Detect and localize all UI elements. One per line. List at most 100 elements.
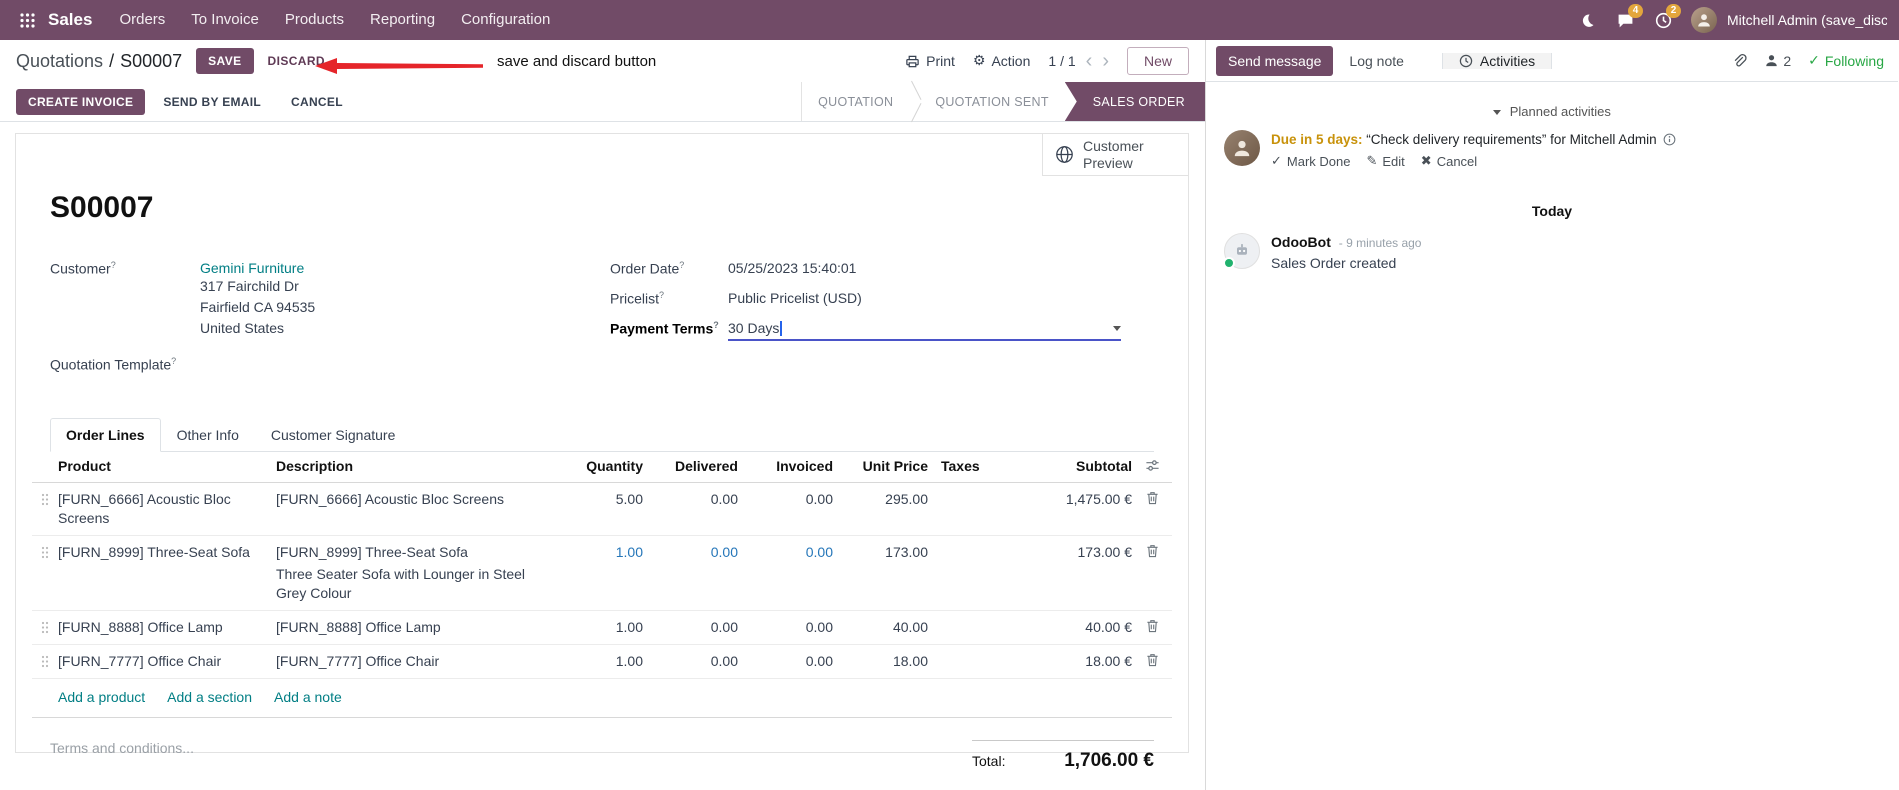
cell-description[interactable]: [FURN_8888] Office Lamp xyxy=(276,618,548,637)
optional-columns-icon[interactable] xyxy=(1132,457,1172,473)
col-taxes[interactable]: Taxes xyxy=(928,457,1014,476)
messages-icon[interactable]: 4 xyxy=(1615,4,1643,30)
chevron-right-icon[interactable]: › xyxy=(1102,51,1109,71)
send-by-email-button[interactable]: SEND BY EMAIL xyxy=(151,89,273,115)
send-message-button[interactable]: Send message xyxy=(1216,45,1334,76)
cell-description[interactable]: [FURN_6666] Acoustic Bloc Screens xyxy=(276,490,548,509)
delete-row-icon[interactable] xyxy=(1132,652,1172,667)
add-note-link[interactable]: Add a note xyxy=(274,689,342,705)
chevron-left-icon[interactable]: ‹ xyxy=(1086,51,1093,71)
cell-quantity[interactable]: 5.00 xyxy=(548,490,643,509)
cell-product[interactable]: [FURN_8888] Office Lamp xyxy=(58,618,276,637)
col-invoiced[interactable]: Invoiced xyxy=(738,457,833,476)
user-menu[interactable]: Mitchell Admin (save_discar xyxy=(1727,12,1887,28)
drag-handle-icon[interactable] xyxy=(32,618,58,634)
clock-icon xyxy=(1459,54,1473,68)
cell-product[interactable]: [FURN_8999] Three-Seat Sofa xyxy=(58,543,276,562)
cell-delivered[interactable]: 0.00 xyxy=(643,543,738,562)
cell-unit-price[interactable]: 18.00 xyxy=(833,652,928,671)
dropdown-caret-icon[interactable] xyxy=(1113,325,1121,331)
drag-handle-icon[interactable] xyxy=(32,652,58,668)
payment-terms-field[interactable]: 30 Days xyxy=(728,320,1121,341)
cell-unit-price[interactable]: 295.00 xyxy=(833,490,928,509)
add-product-link[interactable]: Add a product xyxy=(58,689,145,705)
cell-description[interactable]: [FURN_8999] Three-Seat Sofa Three Seater… xyxy=(276,543,548,603)
cell-quantity[interactable]: 1.00 xyxy=(548,652,643,671)
nav-item-products[interactable]: Products xyxy=(272,0,357,40)
attachment-paperclip-icon[interactable] xyxy=(1731,53,1747,69)
create-invoice-button[interactable]: CREATE INVOICE xyxy=(16,88,146,115)
cell-invoiced[interactable]: 0.00 xyxy=(738,490,833,509)
drag-handle-icon[interactable] xyxy=(32,490,58,506)
customer-link[interactable]: Gemini Furniture xyxy=(200,260,315,276)
delete-row-icon[interactable] xyxy=(1132,490,1172,505)
cell-delivered[interactable]: 0.00 xyxy=(643,652,738,671)
cancel-activity-button[interactable]: ✖ Cancel xyxy=(1421,154,1477,169)
followers-button[interactable]: 2 xyxy=(1764,53,1791,69)
activity-clock-icon[interactable]: 2 xyxy=(1653,4,1681,30)
nav-item-configuration[interactable]: Configuration xyxy=(448,0,563,40)
save-button[interactable]: SAVE xyxy=(196,48,254,74)
print-button[interactable]: Print xyxy=(905,53,955,69)
discard-button[interactable]: DISCARD xyxy=(258,48,335,74)
drag-handle-icon[interactable] xyxy=(32,543,58,559)
delete-row-icon[interactable] xyxy=(1132,543,1172,558)
activities-tab[interactable]: Activities xyxy=(1441,52,1553,69)
user-avatar[interactable] xyxy=(1691,7,1717,33)
moon-icon[interactable] xyxy=(1577,10,1597,30)
col-delivered[interactable]: Delivered xyxy=(643,457,738,476)
col-subtotal[interactable]: Subtotal xyxy=(1014,457,1132,476)
delete-row-icon[interactable] xyxy=(1132,618,1172,633)
col-quantity[interactable]: Quantity xyxy=(548,457,643,476)
cell-product[interactable]: [FURN_7777] Office Chair xyxy=(58,652,276,671)
nav-item-to-invoice[interactable]: To Invoice xyxy=(178,0,272,40)
cell-invoiced[interactable]: 0.00 xyxy=(738,543,833,562)
odoobot-avatar[interactable] xyxy=(1223,233,1260,269)
table-row[interactable]: [FURN_8888] Office Lamp [FURN_8888] Offi… xyxy=(32,611,1172,645)
breadcrumb-quotations-link[interactable]: Quotations xyxy=(16,51,103,72)
status-quotation[interactable]: QUOTATION xyxy=(802,82,909,121)
col-product[interactable]: Product xyxy=(58,457,276,476)
x-icon: ✖ xyxy=(1420,154,1432,169)
status-sales-order[interactable]: SALES ORDER xyxy=(1064,82,1205,121)
apps-grid-icon[interactable] xyxy=(12,0,42,40)
new-button[interactable]: New xyxy=(1126,47,1189,75)
cell-description[interactable]: [FURN_7777] Office Chair xyxy=(276,652,548,671)
cell-quantity[interactable]: 1.00 xyxy=(548,543,643,562)
edit-activity-button[interactable]: ✎ Edit xyxy=(1366,154,1404,169)
cancel-button[interactable]: CANCEL xyxy=(279,89,355,115)
cell-product[interactable]: [FURN_6666] Acoustic Bloc Screens xyxy=(58,490,276,528)
mark-done-button[interactable]: ✓ Mark Done xyxy=(1271,154,1350,169)
col-unit-price[interactable]: Unit Price xyxy=(833,457,928,476)
tab-customer-signature[interactable]: Customer Signature xyxy=(255,418,412,452)
cell-delivered[interactable]: 0.00 xyxy=(643,618,738,637)
info-icon[interactable] xyxy=(1663,133,1676,146)
cell-invoiced[interactable]: 0.00 xyxy=(738,652,833,671)
col-description[interactable]: Description xyxy=(276,457,548,476)
cell-unit-price[interactable]: 173.00 xyxy=(833,543,928,562)
cell-invoiced[interactable]: 0.00 xyxy=(738,618,833,637)
nav-item-reporting[interactable]: Reporting xyxy=(357,0,448,40)
pricelist-field[interactable]: Public Pricelist (USD) xyxy=(728,290,862,306)
planned-activities-header[interactable]: Planned activities xyxy=(1206,104,1898,119)
customer-preview-button[interactable]: Customer Preview xyxy=(1042,134,1188,176)
add-section-link[interactable]: Add a section xyxy=(167,689,252,705)
table-row[interactable]: [FURN_8999] Three-Seat Sofa [FURN_8999] … xyxy=(32,536,1172,611)
tab-order-lines[interactable]: Order Lines xyxy=(50,418,161,452)
cell-quantity[interactable]: 1.00 xyxy=(548,618,643,637)
app-brand[interactable]: Sales xyxy=(48,10,92,30)
terms-placeholder[interactable]: Terms and conditions... xyxy=(50,740,194,756)
cell-delivered[interactable]: 0.00 xyxy=(643,490,738,509)
message-author[interactable]: OdooBot xyxy=(1271,234,1331,250)
order-date-field[interactable]: 05/25/2023 15:40:01 xyxy=(728,260,856,276)
nav-item-orders[interactable]: Orders xyxy=(106,0,178,40)
log-note-button[interactable]: Log note xyxy=(1337,46,1416,76)
status-quotation-sent[interactable]: QUOTATION SENT xyxy=(919,82,1064,121)
activity-avatar[interactable] xyxy=(1224,130,1260,166)
following-button[interactable]: ✓ Following xyxy=(1808,53,1884,69)
table-row[interactable]: [FURN_7777] Office Chair [FURN_7777] Off… xyxy=(32,645,1172,679)
action-button[interactable]: ⚙ Action xyxy=(973,53,1030,69)
table-row[interactable]: [FURN_6666] Acoustic Bloc Screens [FURN_… xyxy=(32,483,1172,536)
tab-other-info[interactable]: Other Info xyxy=(161,418,255,452)
cell-unit-price[interactable]: 40.00 xyxy=(833,618,928,637)
